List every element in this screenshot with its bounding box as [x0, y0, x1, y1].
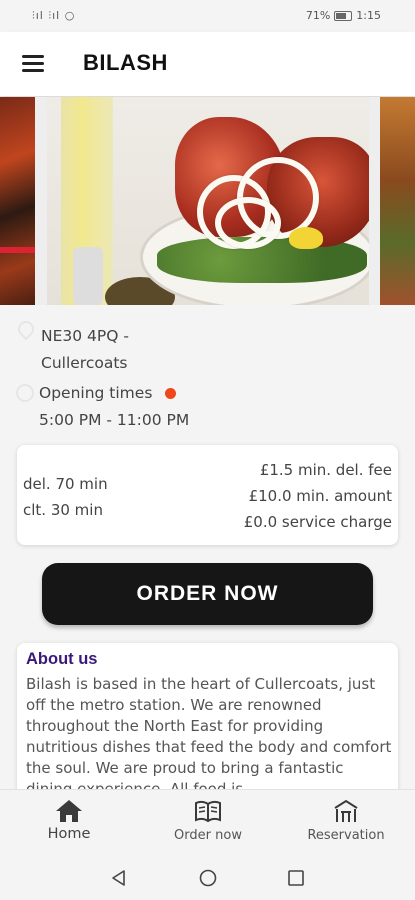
status-bar: ⫶ıl ⫶ıl ○ 71% 1:15 [0, 0, 415, 32]
nav-order-now-label: Order now [174, 828, 242, 843]
menu-book-icon [195, 800, 221, 823]
back-icon[interactable] [110, 869, 128, 887]
min-order-amount: £10.0 min. amount [248, 487, 392, 505]
nav-reservation-label: Reservation [307, 828, 385, 843]
onion-ring-image-3 [215, 197, 281, 249]
nav-home[interactable]: Home [4, 798, 134, 842]
signal-icons: ⫶ıl ⫶ıl ○ [32, 9, 76, 22]
order-now-button[interactable]: ORDER NOW [42, 563, 373, 625]
system-navigation-bar [0, 853, 415, 900]
restaurant-icon [334, 799, 358, 822]
hamburger-menu-icon[interactable] [22, 55, 44, 73]
image-carousel[interactable] [0, 97, 415, 305]
address-line-2: Cullercoats [41, 354, 128, 372]
status-right: 71% 1:15 [306, 9, 381, 22]
drink-glass-image [61, 97, 113, 305]
battery-percent: 71% [305, 9, 331, 22]
about-us-card: About us Bilash is based in the heart of… [17, 643, 398, 813]
recent-apps-icon[interactable] [287, 869, 305, 887]
about-us-text: Bilash is based in the heart of Cullerco… [26, 675, 392, 798]
collection-time: clt. 30 min [23, 501, 103, 519]
service-charge: £0.0 service charge [243, 513, 392, 531]
nav-order-now[interactable]: Order now [143, 798, 273, 843]
app-bar: BILASH [0, 32, 415, 96]
bottom-navigation: Home Order now Reservation [0, 789, 415, 854]
clock-icon [16, 384, 34, 402]
delivery-time: del. 70 min [23, 475, 108, 493]
opening-times-label: Opening times [39, 384, 153, 402]
delivery-info-card: del. 70 min clt. 30 min £1.5 min. del. f… [17, 445, 398, 545]
carousel-slide-next[interactable] [380, 97, 415, 305]
address-line-1: NE30 4PQ - [41, 327, 129, 345]
carousel-slide-prev[interactable] [0, 97, 35, 305]
restaurant-address: NE30 4PQ - Cullercoats [41, 323, 129, 377]
clock-time: 1:15 [356, 9, 381, 22]
nav-reservation[interactable]: Reservation [281, 798, 411, 843]
home-icon [56, 800, 82, 822]
open-status-dot [165, 388, 176, 399]
min-delivery-fee: £1.5 min. del. fee [259, 461, 392, 479]
battery-icon [334, 10, 353, 21]
location-pin-icon [14, 317, 38, 341]
opening-hours: 5:00 PM - 11:00 PM [39, 411, 190, 429]
nav-home-label: Home [47, 826, 91, 842]
carousel-slide-current[interactable] [47, 97, 369, 305]
app-title: BILASH [83, 50, 168, 75]
about-us-title: About us [26, 650, 98, 668]
lemon-wedge-image [289, 227, 323, 249]
home-button-icon[interactable] [199, 869, 217, 887]
